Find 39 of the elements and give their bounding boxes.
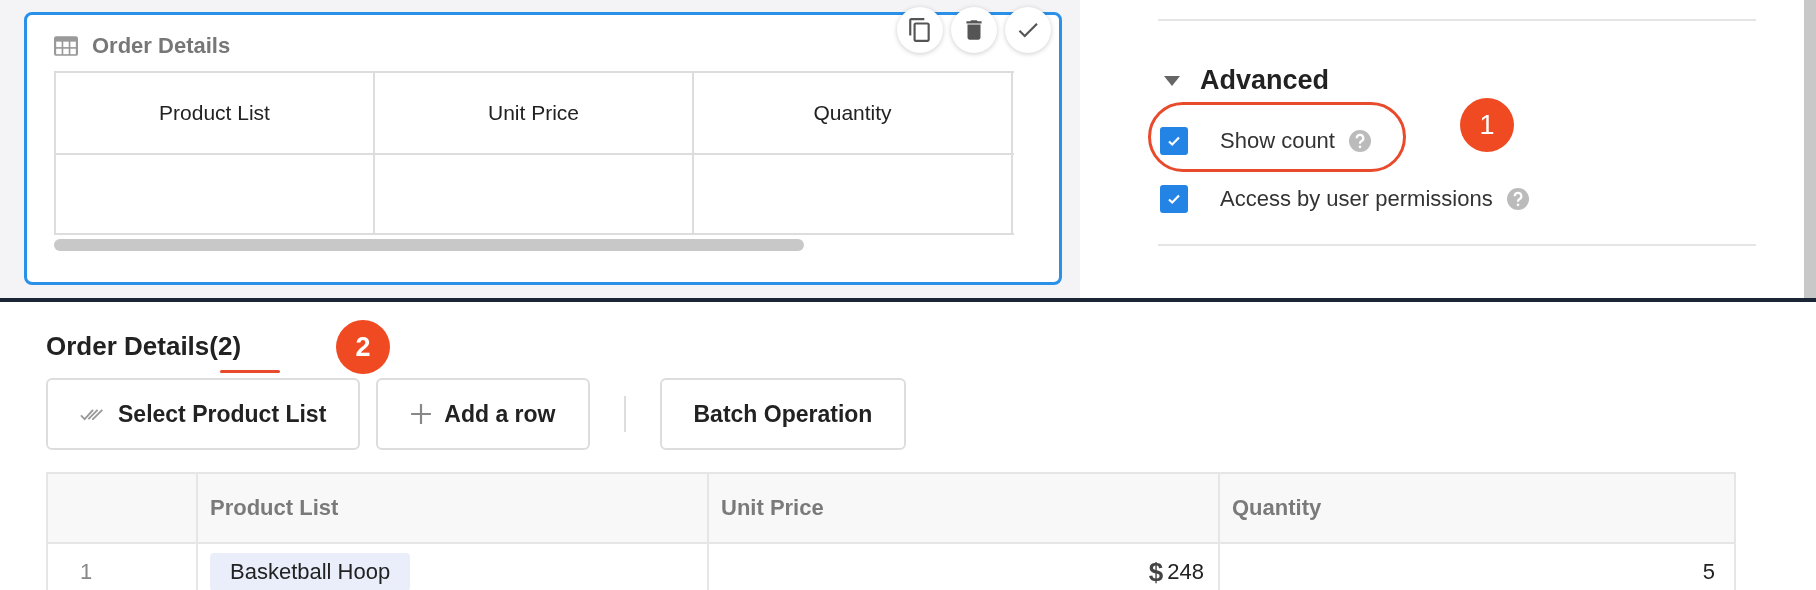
table-cell[interactable] bbox=[694, 153, 1013, 235]
scrollbar-thumb[interactable] bbox=[54, 239, 804, 251]
batch-button[interactable]: Batch Operation bbox=[659, 378, 907, 450]
checkbox[interactable] bbox=[1160, 185, 1188, 213]
option-label: Show count bbox=[1220, 128, 1335, 154]
currency-symbol: $ bbox=[1148, 556, 1164, 588]
subtable-title: Order Details bbox=[46, 330, 210, 362]
table-cell[interactable] bbox=[56, 153, 375, 235]
product-tag: Basketball Hoop bbox=[210, 553, 411, 590]
section-title: Advanced bbox=[1200, 65, 1330, 96]
copy-icon bbox=[907, 17, 933, 43]
add-row-button[interactable]: Add a row bbox=[376, 378, 590, 450]
column-header: Quantity bbox=[1218, 474, 1729, 542]
column-header: Product List bbox=[56, 71, 375, 153]
scrollbar[interactable] bbox=[1804, 0, 1816, 298]
option-label: Access by user permissions bbox=[1220, 186, 1493, 212]
help-icon[interactable] bbox=[1506, 188, 1529, 210]
table-cell[interactable] bbox=[375, 153, 694, 235]
column-header: Unit Price bbox=[375, 71, 694, 153]
confirm-button[interactable] bbox=[1005, 7, 1051, 53]
column-header: Quantity bbox=[694, 71, 1013, 153]
select-button[interactable]: Select Product List bbox=[46, 378, 361, 450]
collapse-triangle-icon[interactable] bbox=[1164, 75, 1180, 86]
delete-button[interactable] bbox=[951, 7, 997, 53]
column-header: Unit Price bbox=[707, 474, 1218, 542]
row-number: 1 bbox=[80, 559, 93, 585]
step-badge: 2 bbox=[336, 320, 390, 374]
column-header: Product List bbox=[196, 474, 707, 542]
row-count: (2) bbox=[209, 330, 242, 362]
double-check-icon bbox=[80, 406, 106, 422]
copy-button[interactable] bbox=[897, 7, 943, 53]
help-icon[interactable] bbox=[1348, 130, 1371, 152]
widget-title: Order Details bbox=[92, 33, 231, 59]
plus-icon bbox=[410, 403, 433, 425]
checkbox[interactable] bbox=[1160, 127, 1188, 155]
quantity-value: 5 bbox=[1702, 559, 1715, 585]
step-badge: 1 bbox=[1460, 98, 1514, 152]
table-icon bbox=[54, 36, 78, 56]
price-value: 248 bbox=[1167, 559, 1204, 585]
